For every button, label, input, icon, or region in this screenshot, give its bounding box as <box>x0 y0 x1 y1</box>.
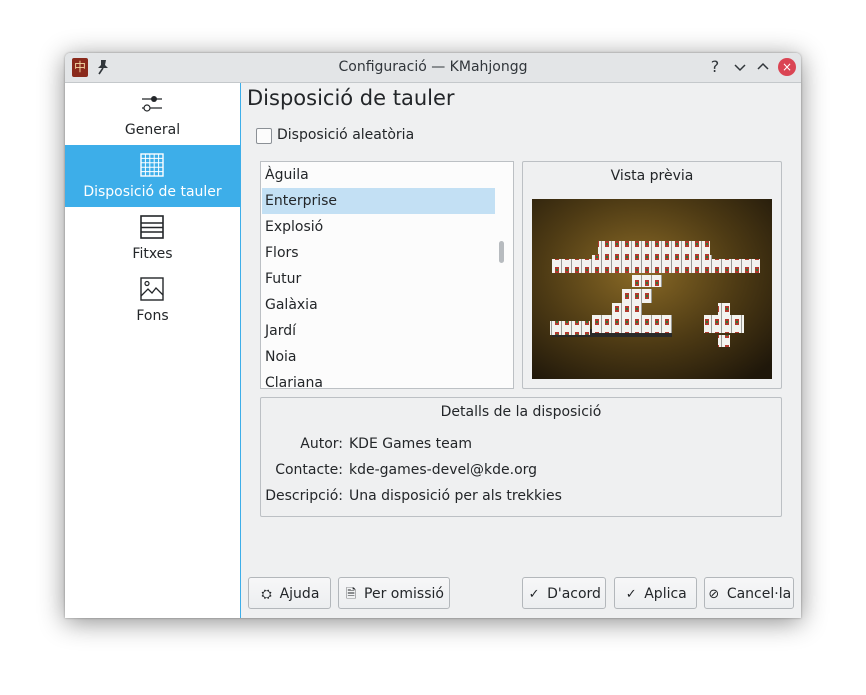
list-item[interactable]: Jardí <box>262 318 495 344</box>
description-value: Una disposició per als trekkies <box>349 488 562 504</box>
lifebuoy-icon: ⛭ <box>261 587 272 602</box>
list-item[interactable]: Flors <box>262 240 495 266</box>
scrollbar-thumb[interactable] <box>499 241 504 263</box>
help-button-label: Ajuda <box>279 586 320 602</box>
random-layout-checkbox[interactable] <box>256 128 272 144</box>
layout-details-group: Detalls de la disposició Autor: KDE Game… <box>260 397 782 517</box>
sidebar-item-label: Disposició de tauler <box>83 184 222 200</box>
list-item[interactable]: Galàxia <box>262 292 495 318</box>
list-item[interactable]: Futur <box>262 266 495 292</box>
document-icon: 🗎 <box>345 587 357 602</box>
maximize-icon[interactable] <box>754 58 772 76</box>
sidebar-item-label: Fons <box>136 308 169 324</box>
cancel-icon: ⊘ <box>708 587 720 602</box>
sidebar-item-board-layout[interactable]: Disposició de tauler <box>65 145 240 207</box>
settings-window: 中 Configuració — KMahjongg ? × General D… <box>65 53 801 618</box>
check-icon: ✓ <box>625 587 637 602</box>
apply-button-label: Aplica <box>644 586 687 602</box>
list-item[interactable]: Noia <box>262 344 495 370</box>
help-button[interactable]: ⛭ Ajuda <box>248 577 331 609</box>
random-layout-label[interactable]: Disposició aleatòria <box>277 127 414 143</box>
list-lines-icon <box>140 215 164 239</box>
title-bar[interactable]: 中 Configuració — KMahjongg ? × <box>65 53 801 83</box>
cancel-button[interactable]: ⊘ Cancel·la <box>704 577 794 609</box>
minimize-icon[interactable] <box>731 58 749 76</box>
list-item[interactable]: Enterprise <box>262 188 495 214</box>
preview-title: Vista prèvia <box>610 168 694 184</box>
sidebar-item-background[interactable]: Fons <box>65 269 240 331</box>
check-icon: ✓ <box>528 587 540 602</box>
window-title: Configuració — KMahjongg <box>338 59 528 75</box>
layout-preview-image <box>532 199 772 379</box>
list-item[interactable]: Explosió <box>262 214 495 240</box>
details-title: Detalls de la disposició <box>440 404 602 420</box>
ok-button-label: D'acord <box>547 586 601 602</box>
sidebar-item-label: Fitxes <box>132 246 173 262</box>
apply-button[interactable]: ✓ Aplica <box>614 577 697 609</box>
defaults-button-label: Per omissió <box>364 586 444 602</box>
sidebar: General Disposició de tauler Fitxes Fons <box>65 83 241 618</box>
author-label: Autor: <box>300 436 343 452</box>
preview-group: Vista prèvia <box>522 161 782 389</box>
list-item[interactable]: Clariana <box>262 370 495 388</box>
contact-label: Contacte: <box>275 462 343 478</box>
close-icon[interactable]: × <box>778 58 796 76</box>
cancel-button-label: Cancel·la <box>726 586 792 602</box>
grid-icon <box>140 153 164 177</box>
sidebar-item-general[interactable]: General <box>65 83 240 145</box>
defaults-button[interactable]: 🗎 Per omissió <box>338 577 450 609</box>
sliders-icon <box>142 96 162 112</box>
contact-value: kde-games-devel@kde.org <box>349 462 538 478</box>
author-value: KDE Games team <box>349 436 472 452</box>
list-item[interactable]: Àguila <box>262 162 495 188</box>
ok-button[interactable]: ✓ D'acord <box>522 577 606 609</box>
page-title: Disposició de tauler <box>247 86 455 110</box>
layout-list[interactable]: Àguila Enterprise Explosió Flors Futur G… <box>260 161 514 389</box>
help-icon[interactable]: ? <box>706 58 724 76</box>
sidebar-item-tiles[interactable]: Fitxes <box>65 207 240 269</box>
sidebar-item-label: General <box>124 122 181 138</box>
description-label: Descripció: <box>265 488 343 504</box>
image-icon <box>140 277 164 301</box>
